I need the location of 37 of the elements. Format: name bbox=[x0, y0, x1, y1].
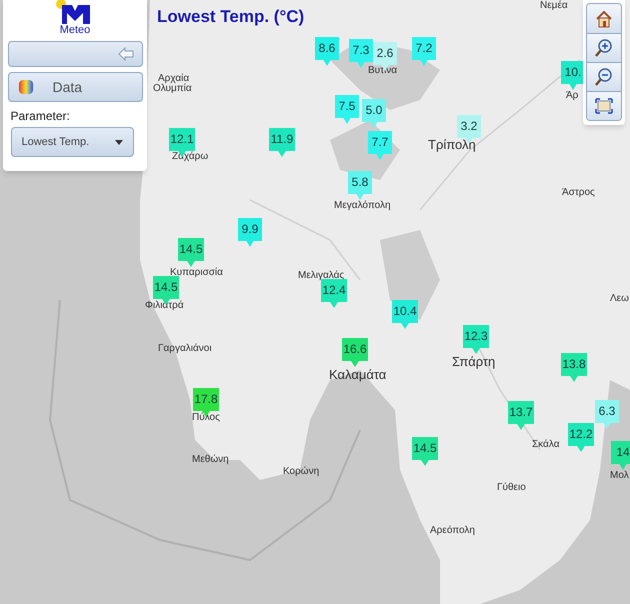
place-label: Αρεόπολη bbox=[430, 526, 475, 536]
place-label: Γύθειο bbox=[497, 483, 526, 493]
parameter-label: Parameter: bbox=[10, 108, 71, 125]
section-label: Data bbox=[52, 78, 82, 96]
full-extent-icon bbox=[594, 96, 614, 116]
map-control-button[interactable] bbox=[587, 4, 621, 33]
place-label: Καλαμάτα bbox=[329, 368, 386, 381]
place-label: Λεω bbox=[610, 294, 629, 304]
place-label: Σκάλα bbox=[532, 440, 560, 450]
place-label: Κορώνη bbox=[283, 467, 320, 477]
place-label: Γαργαλιάνοι bbox=[158, 344, 212, 354]
temperature-marker[interactable]: 6.3 bbox=[595, 400, 619, 429]
logo-text: Meteo bbox=[60, 24, 90, 36]
place-label: Κυπαρισσία bbox=[170, 268, 223, 278]
place-label: Σπάρτη bbox=[452, 355, 496, 368]
place-label: Άρ bbox=[566, 91, 578, 101]
place-label: Αρχαία bbox=[158, 74, 190, 84]
place-label: Μολ bbox=[610, 471, 629, 481]
arrow-left-icon bbox=[118, 47, 134, 61]
place-label: Μελιγαλάς bbox=[298, 271, 344, 281]
place-label: Άστρος bbox=[562, 188, 595, 198]
zoom-in-icon bbox=[594, 38, 614, 58]
home-icon bbox=[594, 8, 614, 28]
place-label: Μεγαλόπολη bbox=[334, 201, 391, 211]
map-control-button[interactable] bbox=[587, 33, 621, 62]
map-control-button[interactable] bbox=[587, 91, 621, 120]
zoom-out-icon bbox=[594, 67, 614, 87]
place-label: Μεθώνη bbox=[192, 455, 229, 465]
section-header[interactable]: Data bbox=[8, 72, 142, 102]
parameter-select[interactable]: Lowest Temp. bbox=[10, 127, 134, 157]
caret-icon bbox=[114, 140, 122, 144]
color-scale-icon bbox=[18, 80, 32, 94]
place-label: Ολυμπία bbox=[153, 84, 192, 94]
map-control-button[interactable] bbox=[587, 62, 621, 91]
temperature-marker[interactable]: 14 bbox=[611, 441, 630, 470]
place-label: Νεμέα bbox=[540, 1, 568, 11]
map-title: Lowest Temp. (°C) bbox=[157, 6, 304, 28]
